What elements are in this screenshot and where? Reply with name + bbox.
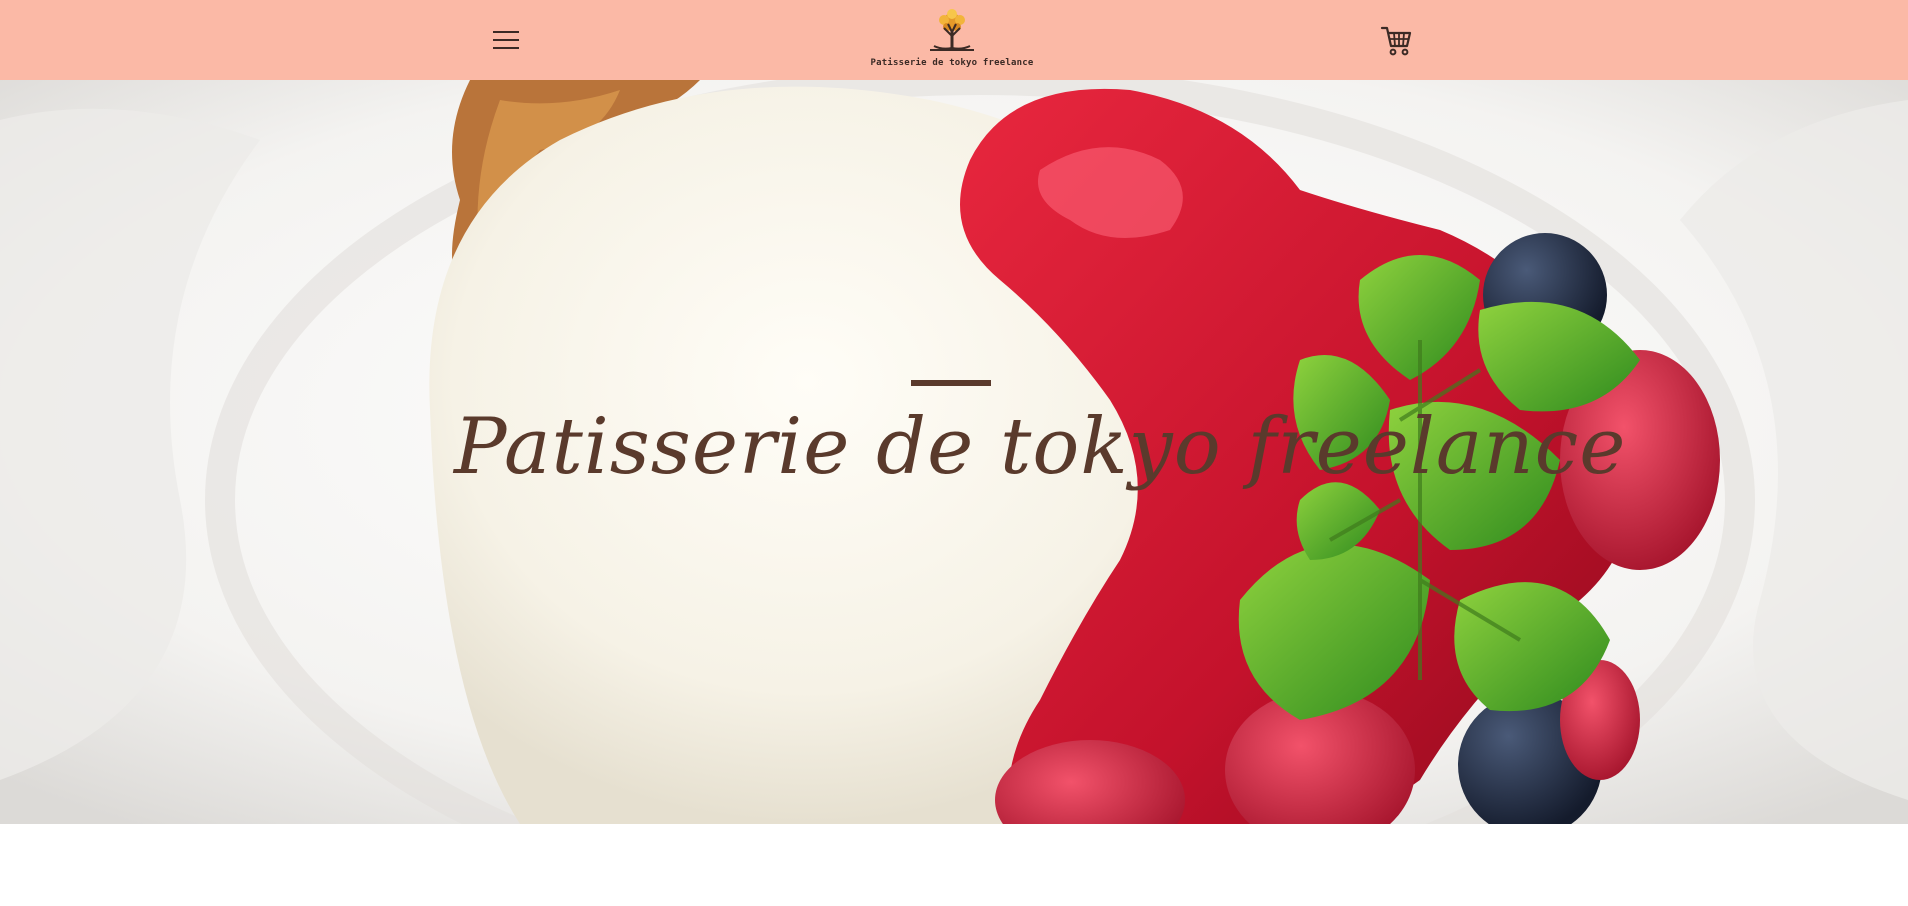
cart-button[interactable] [1378,22,1414,58]
site-header: Patisserie de tokyo freelance [0,0,1908,80]
logo-text: Patisserie de tokyo freelance [870,58,1034,68]
menu-button[interactable] [486,24,526,56]
hamburger-menu-icon [493,31,519,49]
site-logo[interactable]: Patisserie de tokyo freelance [870,6,1034,74]
tree-logo-icon [930,9,974,51]
shopping-cart-icon [1380,26,1412,56]
hero-divider [911,380,991,386]
hero-title: Patisserie de tokyo freelance [454,402,1627,492]
content-area [0,824,1908,906]
hero-banner: Patisserie de tokyo freelance [0,80,1908,824]
